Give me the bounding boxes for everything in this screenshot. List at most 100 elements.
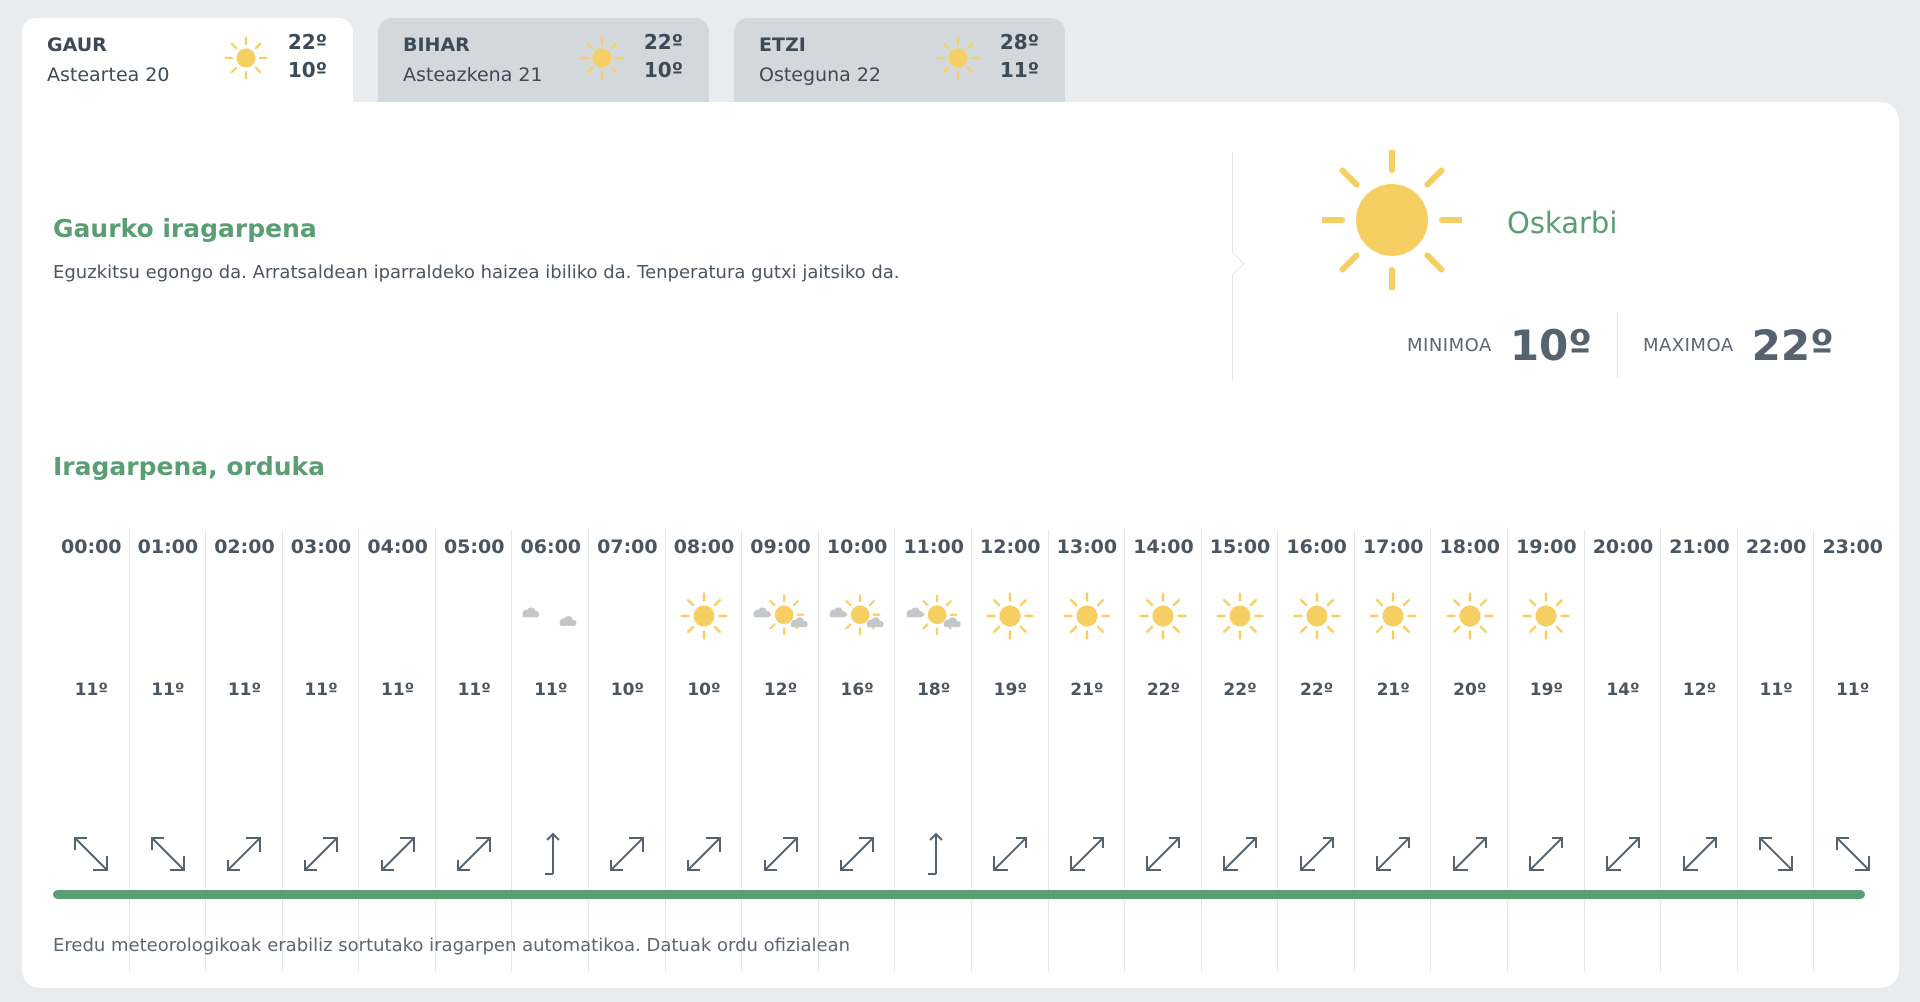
- wind-direction-icon: [380, 837, 415, 871]
- hour-column: 09:00 12º: [742, 530, 819, 972]
- hour-time: 15:00: [1209, 536, 1271, 558]
- hour-column: 15:00 22º: [1202, 530, 1279, 972]
- sun-icon: [936, 36, 980, 80]
- hour-column: 05:00 11º: [436, 530, 513, 972]
- hour-column: 23:00 11º: [1814, 530, 1891, 972]
- sun-icon: [1522, 592, 1570, 640]
- divider-notch: [1220, 251, 1245, 276]
- hourly-title: Iragarpena, orduka: [53, 452, 326, 481]
- tab-bihar[interactable]: BIHAR Asteazkena 21 22º 10º: [378, 18, 709, 102]
- forecast-card: Gaurko iragarpena Eguzkitsu egongo da. A…: [22, 102, 1899, 988]
- moon-icon: [1609, 593, 1632, 639]
- wind-direction-icon: [1069, 837, 1104, 871]
- hour-temperature: 19º: [993, 680, 1027, 700]
- hour-time: 03:00: [290, 536, 352, 558]
- moon-icon: [154, 593, 177, 639]
- hour-column: 17:00 21º: [1355, 530, 1432, 972]
- hour-time: 10:00: [826, 536, 888, 558]
- wind-direction-icon: [763, 837, 798, 871]
- hour-column: 01:00 11º: [130, 530, 207, 972]
- moon-icon: [613, 593, 637, 639]
- moon-icon: [1762, 593, 1785, 639]
- wind-direction-icon: [1376, 837, 1411, 871]
- tab-day-name: BIHAR: [403, 34, 470, 56]
- hour-column: 07:00 10º: [589, 530, 666, 972]
- hour-time: 16:00: [1286, 536, 1347, 558]
- hour-temperature: 11º: [380, 680, 415, 700]
- tab-max-temp: 22º: [643, 30, 683, 54]
- moon-icon: [1839, 593, 1862, 639]
- hour-time: 05:00: [443, 536, 505, 558]
- sun-icon: [986, 592, 1034, 640]
- wind-direction-icon: [304, 837, 339, 871]
- hour-time: 20:00: [1592, 536, 1654, 558]
- wind-direction-icon: [74, 837, 109, 871]
- hour-column: 13:00 21º: [1049, 530, 1126, 972]
- min-max: MINIMOA 10º MAXIMOA 22º: [1407, 312, 1834, 378]
- tab-min-temp: 10º: [287, 58, 327, 82]
- hour-column: 02:00 11º: [206, 530, 283, 972]
- hour-time: 14:00: [1133, 536, 1194, 558]
- hour-column: 18:00 20º: [1432, 530, 1509, 972]
- hour-column: 06:00 11º: [513, 530, 590, 972]
- tab-gaur[interactable]: GAUR Asteartea 20 22º 10º: [22, 18, 353, 102]
- tab-min-temp: 10º: [643, 58, 683, 82]
- tab-day-date: Asteazkena 21: [403, 64, 543, 86]
- sun-icon: [1139, 592, 1187, 640]
- sun-cloud-icon: [906, 594, 961, 636]
- hour-temperature: 22º: [1146, 680, 1181, 700]
- sun-icon: [1446, 592, 1494, 640]
- hourly-scrollbar-thumb[interactable]: [53, 890, 1865, 899]
- hour-temperature: 11º: [534, 680, 568, 700]
- moon-icon: [383, 593, 407, 639]
- wind-direction-icon: [1835, 837, 1870, 871]
- hour-time: 00:00: [61, 536, 122, 558]
- max-value: 22º: [1751, 320, 1834, 370]
- condition-label: Oskarbi: [1507, 206, 1618, 240]
- hour-temperature: 22º: [1223, 680, 1257, 700]
- hour-time: 08:00: [673, 536, 735, 558]
- hour-time: 09:00: [750, 536, 811, 558]
- hour-column: 11:00 18º: [895, 530, 972, 972]
- hour-column: 22:00 11º: [1738, 530, 1815, 972]
- hour-column: 04:00 11º: [359, 530, 436, 972]
- hour-temperature: 16º: [840, 680, 874, 700]
- tab-day-name: ETZI: [759, 34, 806, 56]
- hour-column: 20:00 14º: [1585, 530, 1662, 972]
- hour-temperature: 22º: [1299, 680, 1334, 700]
- hour-temperature: 19º: [1529, 680, 1563, 700]
- wind-direction-icon: [457, 837, 492, 871]
- hour-temperature: 21º: [1070, 680, 1104, 700]
- hourly-forecast[interactable]: 00:00 11º 01:00 11º 02:00 11º 03:00 11º 04:00 11º…: [53, 530, 1891, 972]
- tab-min-temp: 11º: [999, 58, 1039, 82]
- hour-time: 12:00: [980, 536, 1041, 558]
- hour-time: 21:00: [1669, 536, 1730, 558]
- tab-etzi[interactable]: ETZI Osteguna 22 28º 11º: [734, 18, 1065, 102]
- hour-column: 10:00 16º: [819, 530, 896, 972]
- wind-direction-icon: [927, 832, 943, 875]
- wind-direction-icon: [1682, 837, 1717, 871]
- sun-icon: [1322, 150, 1462, 290]
- sun-cloud-icon: [753, 594, 808, 636]
- tab-day-date: Asteartea 20: [47, 64, 170, 86]
- hourly-scrollbar[interactable]: [53, 890, 1865, 899]
- moon-icon: [1685, 593, 1709, 639]
- hour-column: 12:00 19º: [972, 530, 1049, 972]
- footnote: Eredu meteorologikoak erabiliz sortutako…: [53, 935, 851, 956]
- wind-direction-icon: [686, 837, 721, 871]
- hour-time: 02:00: [214, 536, 275, 558]
- hour-time: 22:00: [1745, 536, 1807, 558]
- hour-time: 07:00: [597, 536, 658, 558]
- wind-direction-icon: [840, 837, 875, 871]
- hour-temperature: 11º: [227, 680, 262, 700]
- wind-direction-icon: [1529, 837, 1564, 871]
- tab-max-temp: 28º: [999, 30, 1039, 54]
- hour-temperature: 21º: [1376, 680, 1410, 700]
- today-title: Gaurko iragarpena: [53, 214, 317, 243]
- hour-time: 18:00: [1439, 536, 1501, 558]
- hour-column: 14:00 22º: [1125, 530, 1202, 972]
- sun-cloud-icon: [829, 594, 884, 636]
- wind-direction-icon: [1299, 837, 1334, 871]
- wind-direction-icon: [150, 837, 185, 871]
- hour-time: 13:00: [1056, 536, 1118, 558]
